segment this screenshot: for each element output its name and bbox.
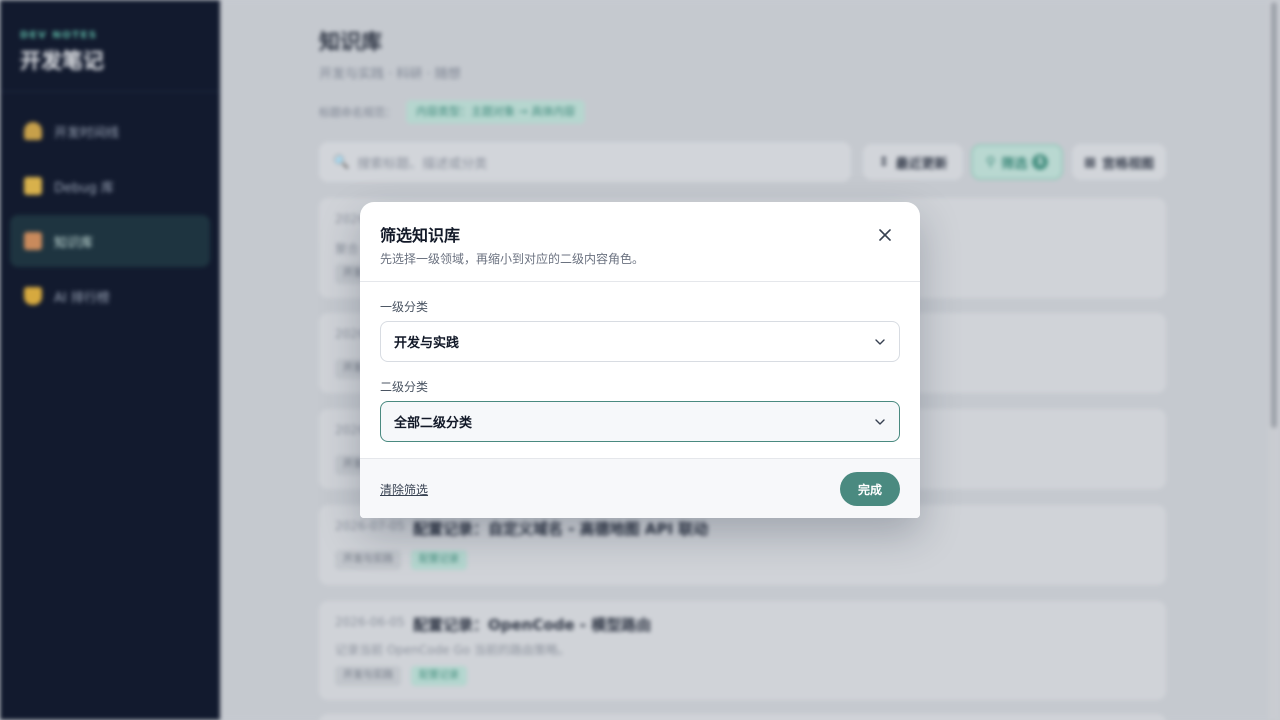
list-item[interactable] bbox=[319, 714, 1166, 720]
trophy-icon bbox=[24, 287, 42, 305]
level2-select[interactable]: 全部二级分类 bbox=[380, 401, 900, 442]
level2-label: 二级分类 bbox=[380, 380, 429, 394]
dialog-header: 筛选知识库 先选择一级领域，再缩小到对应的二级内容角色。 bbox=[360, 202, 920, 282]
filter-label: 筛选 bbox=[1001, 156, 1028, 172]
sort-icon: ↕ bbox=[878, 154, 890, 170]
sidebar: DEV NOTES 开发笔记 开发时间线 Debug 库 知识库 AI 排行榜 bbox=[0, 0, 220, 720]
search-icon: 🔍 bbox=[333, 154, 350, 170]
card-title: 配置记录：OpenCode - 模型路由 bbox=[413, 616, 652, 634]
filter-button[interactable]: ⚲ 筛选 1 bbox=[971, 144, 1063, 180]
brand-title: 开发笔记 bbox=[20, 49, 104, 73]
notebook-icon bbox=[24, 177, 42, 195]
sidebar-item-timeline[interactable]: 开发时间线 bbox=[10, 105, 210, 157]
sort-label: 最近更新 bbox=[895, 156, 948, 172]
card-date: 2026-06-05 bbox=[335, 615, 405, 629]
search-placeholder: 搜索标题、描述或分类 bbox=[357, 156, 488, 172]
grid-view-label: 宫格视图 bbox=[1102, 156, 1155, 172]
card-description: 聚合 bbox=[335, 242, 360, 256]
list-item[interactable]: 2026-06-05 配置记录：OpenCode - 模型路由 记录当前 Ope… bbox=[319, 601, 1166, 700]
person-icon bbox=[24, 122, 42, 140]
search-input[interactable]: 🔍 搜索标题、描述或分类 bbox=[319, 142, 851, 182]
close-icon[interactable] bbox=[875, 225, 895, 245]
naming-rule-chip: 内容类型：主题对象 → 具体内容 bbox=[406, 100, 586, 124]
page-subtitle: 开发与实践 · 科研 · 随想 bbox=[319, 67, 461, 82]
category-chip: 开发与实践 bbox=[335, 550, 401, 570]
level1-label: 一级分类 bbox=[380, 300, 429, 314]
filter-dialog: 筛选知识库 先选择一级领域，再缩小到对应的二级内容角色。 一级分类 开发与实践 … bbox=[360, 202, 920, 518]
card-title: 配置记录：自定义域名 - 高德地图 API 联动 bbox=[413, 520, 709, 538]
sort-button[interactable]: ↕ 最近更新 bbox=[863, 144, 963, 180]
level2-value: 全部二级分类 bbox=[394, 416, 473, 431]
chevron-down-icon bbox=[875, 419, 885, 425]
sidebar-item-label: 开发时间线 bbox=[54, 125, 120, 141]
sidebar-item-ai-ranking[interactable]: AI 排行榜 bbox=[10, 270, 210, 322]
category-chip: 开发与实践 bbox=[335, 666, 401, 686]
close-glyph bbox=[879, 229, 891, 241]
level1-select[interactable]: 开发与实践 bbox=[380, 321, 900, 362]
done-button[interactable]: 完成 bbox=[840, 472, 900, 506]
level1-value: 开发与实践 bbox=[394, 336, 460, 351]
category-chip: 配置记录 bbox=[411, 550, 467, 570]
books-icon bbox=[24, 232, 42, 250]
filter-count-badge: 1 bbox=[1032, 154, 1049, 170]
naming-rule-label: 标题命名规范： bbox=[319, 106, 396, 119]
scrollbar-thumb[interactable] bbox=[1271, 2, 1277, 428]
dialog-title: 筛选知识库 bbox=[380, 226, 461, 245]
sidebar-item-label: 知识库 bbox=[54, 235, 94, 251]
sidebar-item-debug[interactable]: Debug 库 bbox=[10, 160, 210, 212]
category-chip: 配置记录 bbox=[411, 666, 467, 686]
sidebar-item-label: Debug 库 bbox=[54, 180, 114, 196]
brand-subtitle: DEV NOTES bbox=[20, 30, 98, 41]
scrollbar[interactable] bbox=[1268, 0, 1280, 720]
clear-filter-link[interactable]: 清除筛选 bbox=[380, 481, 428, 498]
card-description: 记录当前 OpenCode Go 当前的路由策略。 bbox=[335, 643, 570, 657]
dialog-description: 先选择一级领域，再缩小到对应的二级内容角色。 bbox=[380, 252, 645, 266]
sidebar-nav: 开发时间线 Debug 库 知识库 AI 排行榜 bbox=[0, 92, 220, 322]
grid-view-button[interactable]: ▦ 宫格视图 bbox=[1072, 144, 1166, 180]
dialog-footer: 清除筛选 完成 bbox=[360, 458, 920, 518]
brand: DEV NOTES 开发笔记 bbox=[0, 0, 220, 92]
sidebar-item-label: AI 排行榜 bbox=[54, 290, 110, 306]
sidebar-item-knowledge[interactable]: 知识库 bbox=[10, 215, 210, 267]
filter-icon: ⚲ bbox=[985, 154, 996, 170]
page-title: 知识库 bbox=[319, 30, 382, 54]
card-date: 2026-07-05 bbox=[335, 519, 405, 533]
grid-icon: ▦ bbox=[1083, 154, 1097, 170]
chevron-down-icon bbox=[875, 339, 885, 345]
